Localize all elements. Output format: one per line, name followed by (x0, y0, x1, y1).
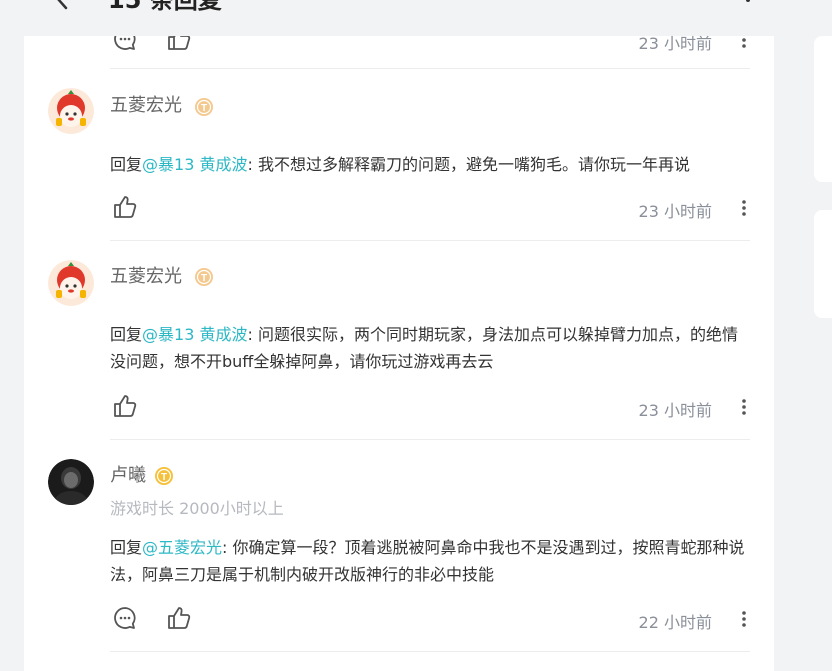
reply-body: : 我不想过多解释霸刀的问题，避免一嘴狗毛。请你玩一年再说 (247, 155, 690, 174)
thumbs-up-icon[interactable] (112, 194, 138, 220)
reply-prefix: 回复 (110, 325, 143, 344)
timestamp: 23 小时前 (638, 36, 712, 53)
divider (110, 68, 750, 69)
mention-link[interactable]: @暴13 黄成波 (142, 325, 247, 344)
avatar-image (48, 88, 94, 134)
action-row: 22 小时前 (110, 605, 750, 635)
level-badge-icon: T (195, 98, 213, 116)
divider (110, 439, 750, 440)
avatar[interactable] (48, 88, 94, 134)
level-badge-icon: T (195, 268, 213, 286)
divider (110, 651, 750, 652)
reply-text: 回复@五菱宏光: 你确定算一段？顶着逃脱被阿鼻命中我也不是没遇到过，按照青蛇那种… (110, 534, 750, 588)
avatar-image (48, 260, 94, 306)
play-time-label: 游戏时长 2000小时以上 (110, 499, 284, 518)
more-vertical-icon[interactable] (738, 609, 750, 629)
more-vertical-icon[interactable] (738, 198, 750, 218)
level-badge-icon: T (155, 467, 173, 485)
avatar[interactable] (48, 260, 94, 306)
reply-prefix: 回复 (110, 538, 143, 557)
more-vertical-icon[interactable] (742, 0, 754, 6)
reply-prefix: 回复 (110, 155, 143, 174)
page-title: 15 条回复 (108, 0, 222, 14)
side-card (814, 210, 832, 318)
svg-text:T: T (161, 472, 167, 483)
username[interactable]: 五菱宏光 (110, 94, 182, 118)
side-card (814, 36, 832, 182)
thumbs-up-icon[interactable] (166, 605, 192, 631)
comment-icon[interactable] (112, 605, 138, 631)
action-row: 23 小时前 (110, 194, 750, 224)
thumbs-up-icon[interactable] (112, 393, 138, 419)
timestamp: 22 小时前 (638, 613, 712, 632)
svg-text:T: T (201, 103, 207, 114)
reply-text: 回复@暴13 黄成波: 我不想过多解释霸刀的问题，避免一嘴狗毛。请你玩一年再说 (110, 151, 750, 178)
reply-list: 23 小时前 五菱宏光 T 回复@暴13 黄成波: 我不想过多解释霸刀的问题，避… (24, 36, 774, 671)
page: 15 条回复 23 小时前 五菱宏光 T 回复@暴13 黄成波: 我不想过多解释… (0, 0, 832, 671)
more-vertical-icon[interactable] (738, 397, 750, 417)
reply-text: 回复@暴13 黄成波: 问题很实际，两个同时期玩家，身法加点可以躲掉臂力加点，的… (110, 321, 750, 375)
username[interactable]: 卢曦 (110, 464, 146, 488)
timestamp: 23 小时前 (638, 401, 712, 420)
chevron-left-icon[interactable] (52, 0, 74, 10)
avatar-image (48, 459, 94, 505)
action-row: 23 小时前 (110, 393, 750, 423)
comment-icon[interactable] (112, 36, 138, 52)
mention-link[interactable]: @五菱宏光 (142, 538, 222, 557)
avatar[interactable] (48, 459, 94, 505)
action-row: 23 小时前 (110, 36, 750, 56)
thumbs-up-icon[interactable] (166, 36, 192, 52)
svg-text:T: T (201, 273, 207, 284)
mention-link[interactable]: @暴13 黄成波 (142, 155, 247, 174)
username[interactable]: 五菱宏光 (110, 265, 182, 289)
divider (110, 240, 750, 241)
more-vertical-icon[interactable] (738, 36, 750, 50)
timestamp: 23 小时前 (638, 202, 712, 221)
top-header: 15 条回复 (0, 0, 832, 36)
